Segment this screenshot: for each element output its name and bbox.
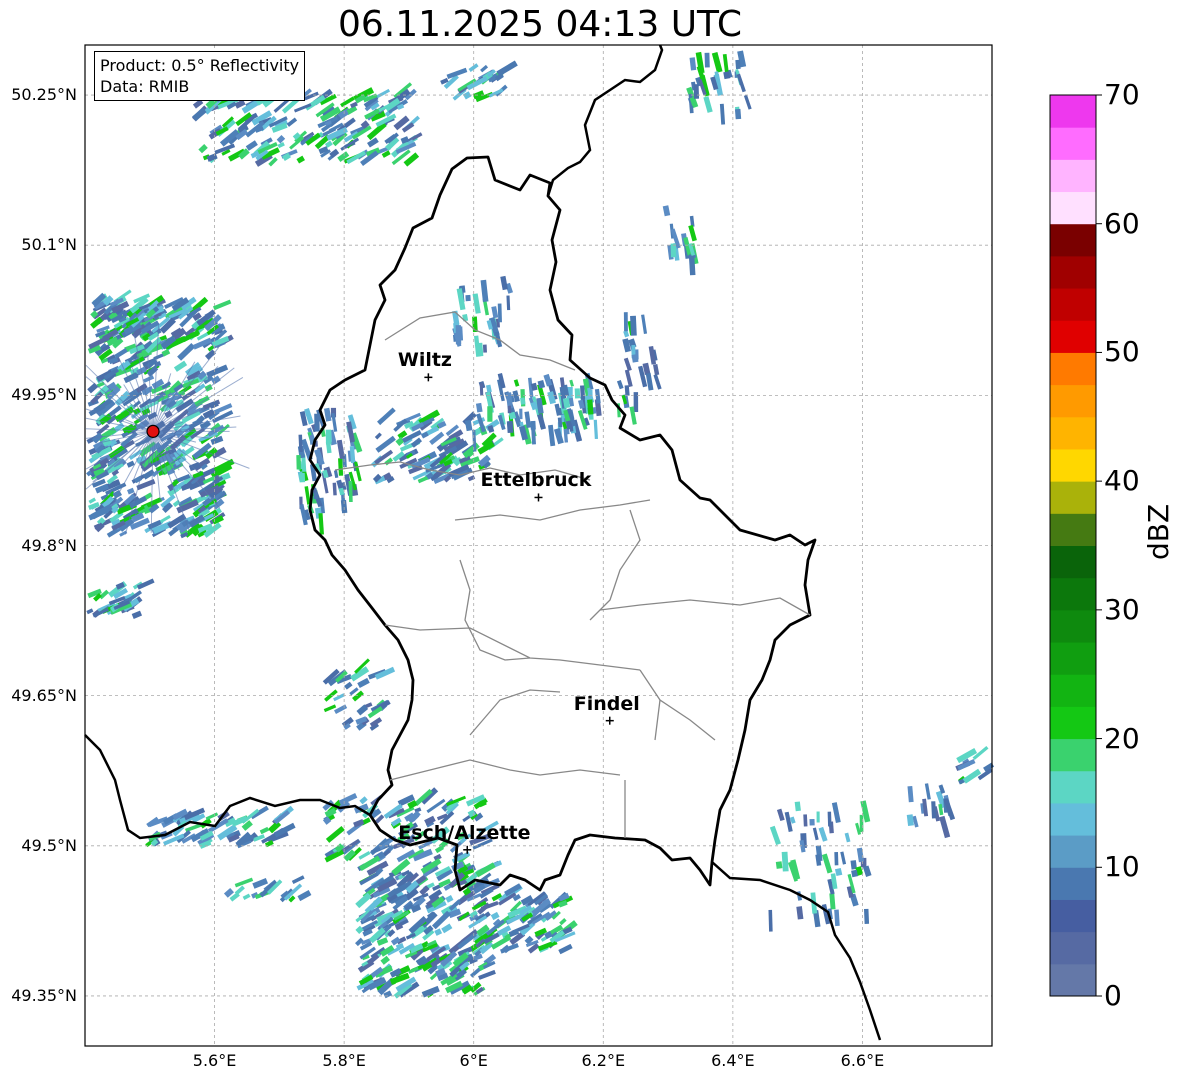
colorbar-swatch <box>1050 674 1096 707</box>
colorbar-swatch <box>1050 609 1096 643</box>
colorbar-swatch <box>1050 255 1096 289</box>
colorbar-swatch <box>1050 320 1096 353</box>
colorbar-tick-label: 50 <box>1104 335 1140 369</box>
colorbar-swatch <box>1050 577 1096 611</box>
colorbar-tick-label: 10 <box>1104 850 1140 884</box>
colorbar-swatch <box>1050 642 1096 675</box>
colorbar-swatch <box>1050 223 1096 257</box>
colorbar-swatch <box>1050 513 1096 546</box>
colorbar-swatch <box>1050 384 1096 418</box>
colorbar-swatch <box>1050 706 1096 740</box>
colorbar-swatch <box>1050 481 1096 514</box>
colorbar-tick-label: 0 <box>1104 979 1122 1012</box>
colorbar-swatch <box>1050 352 1096 386</box>
colorbar-swatch <box>1050 159 1096 193</box>
colorbar-swatch <box>1050 288 1096 321</box>
colorbar-swatch <box>1050 802 1096 836</box>
colorbar-swatch <box>1050 931 1096 965</box>
colorbar-swatch <box>1050 95 1096 128</box>
colorbar-swatch <box>1050 416 1096 450</box>
colorbar-swatch <box>1050 127 1096 160</box>
colorbar-tick-label: 70 <box>1104 78 1140 111</box>
colorbar-tick-label: 40 <box>1104 464 1140 498</box>
colorbar-swatch <box>1050 899 1096 933</box>
colorbar-swatch <box>1050 545 1096 579</box>
colorbar-tick-label: 30 <box>1104 592 1140 626</box>
colorbar-swatch <box>1050 191 1096 225</box>
colorbar-tick-label: 60 <box>1104 206 1140 240</box>
colorbar-swatch <box>1050 448 1096 482</box>
colorbar-swatch <box>1050 835 1096 868</box>
colorbar <box>1049 94 1102 997</box>
colorbar-tick-label: 20 <box>1104 721 1140 755</box>
colorbar-swatch <box>1050 770 1096 804</box>
colorbar-swatch <box>1050 867 1096 900</box>
colorbar-label: dBZ <box>1142 503 1175 560</box>
colorbar-swatch <box>1050 963 1096 997</box>
colorbar-swatch <box>1050 738 1096 772</box>
